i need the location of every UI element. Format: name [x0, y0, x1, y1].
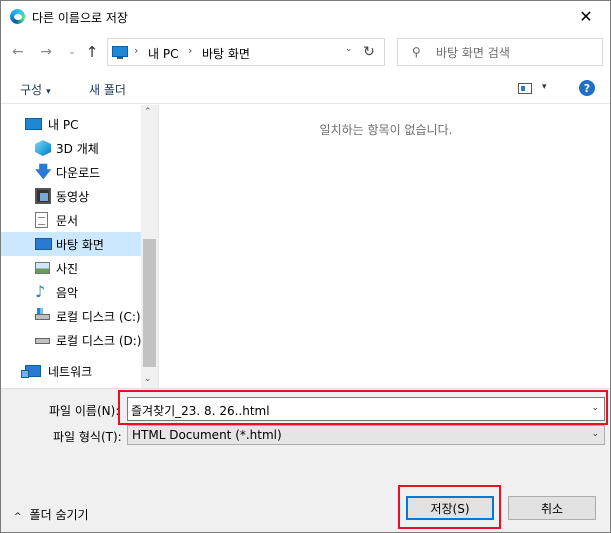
- breadcrumb-item-pc[interactable]: 내 PC: [148, 45, 178, 62]
- breadcrumb-item-desktop[interactable]: 바탕 화면: [202, 45, 250, 62]
- download-icon: 🡇: [35, 162, 52, 181]
- hide-folders-label: 폴더 숨기기: [29, 508, 89, 522]
- filetype-value: HTML Document (*.html): [132, 428, 282, 442]
- navigation-scrollbar[interactable]: ⌃ ⌄: [141, 105, 158, 388]
- video-icon: [35, 188, 51, 204]
- file-list-pane[interactable]: 일치하는 항목이 없습니다.: [162, 105, 610, 388]
- empty-folder-message: 일치하는 항목이 없습니다.: [319, 123, 453, 137]
- filename-highlight-box: [118, 390, 608, 425]
- pc-icon: [25, 118, 42, 130]
- sidebar-item-label: 로컬 디스크 (D:): [56, 334, 142, 348]
- search-box[interactable]: ⚲: [397, 38, 603, 66]
- new-folder-button[interactable]: 새 폴더: [89, 81, 126, 98]
- 3d-objects-icon: [35, 140, 51, 156]
- sidebar-item-label: 3D 개체: [56, 142, 99, 156]
- back-arrow-icon[interactable]: ←: [9, 42, 27, 62]
- navigation-pane: 내 PC 3D 개체 🡇 다운로드 동영상 문서 바탕 화면 사진 ♪ 음악 로…: [1, 105, 158, 388]
- sidebar-item-label: 문서: [56, 214, 79, 228]
- scroll-up-icon[interactable]: ⌃: [144, 107, 152, 117]
- sidebar-item-label: 로컬 디스크 (C:): [56, 310, 141, 324]
- command-toolbar: 구성 ▾ 새 폴더 ▾ ?: [1, 72, 610, 104]
- sidebar-item-videos[interactable]: 동영상: [1, 184, 141, 208]
- view-options-chevron-icon[interactable]: ▾: [542, 82, 547, 92]
- sidebar-item-documents[interactable]: 문서: [1, 208, 141, 232]
- save-as-dialog: 다른 이름으로 저장 ✕ ← → ⌄ ↑ › 내 PC › 바탕 화면 ⌄ ↻ …: [0, 0, 611, 533]
- chevron-up-icon: ^: [14, 512, 22, 522]
- sidebar-item-pictures[interactable]: 사진: [1, 256, 141, 280]
- address-bar[interactable]: › 내 PC › 바탕 화면 ⌄: [107, 38, 385, 66]
- help-button[interactable]: ?: [579, 80, 595, 96]
- save-form-area: 파일 이름(N): ⌄ 파일 형식(T): HTML Document (*.h…: [1, 388, 610, 532]
- address-dropdown-chevron-icon[interactable]: ⌄: [345, 44, 353, 54]
- music-icon: ♪: [35, 282, 46, 301]
- sidebar-item-label: 내 PC: [48, 118, 79, 132]
- organize-label: 구성: [20, 83, 43, 97]
- network-icon: [21, 365, 41, 378]
- sidebar-item-drive-d[interactable]: 로컬 디스크 (D:): [1, 328, 141, 352]
- sidebar-item-desktop[interactable]: 바탕 화면: [1, 232, 141, 256]
- view-options-icon[interactable]: [518, 83, 532, 94]
- hide-folders-button[interactable]: ^ 폴더 숨기기: [14, 506, 89, 523]
- sidebar-item-label: 다운로드: [56, 166, 101, 180]
- window-title: 다른 이름으로 저장: [32, 11, 128, 25]
- save-button[interactable]: 저장(S): [406, 496, 494, 520]
- filename-label: 파일 이름(N):: [49, 404, 120, 418]
- desktop-icon: [35, 238, 52, 250]
- sidebar-item-label: 네트워크: [48, 365, 93, 379]
- organize-menu-button[interactable]: 구성 ▾: [20, 81, 51, 98]
- filetype-label: 파일 형식(T):: [53, 430, 122, 444]
- chevron-down-icon[interactable]: ⌄: [591, 429, 599, 439]
- pictures-icon: [35, 262, 50, 274]
- scroll-down-icon[interactable]: ⌄: [144, 374, 152, 384]
- navigation-bar: ← → ⌄ ↑ › 내 PC › 바탕 화면 ⌄ ↻ ⚲: [1, 32, 610, 72]
- pc-icon: [112, 46, 128, 59]
- sidebar-item-downloads[interactable]: 🡇 다운로드: [1, 160, 141, 184]
- filetype-select[interactable]: HTML Document (*.html) ⌄: [127, 425, 605, 445]
- search-input[interactable]: [436, 44, 596, 62]
- refresh-button[interactable]: ↻: [354, 38, 385, 66]
- breadcrumb-separator-icon: ›: [188, 44, 193, 57]
- edge-browser-icon: [10, 9, 25, 24]
- recent-locations-chevron-icon[interactable]: ⌄: [63, 42, 81, 62]
- pane-splitter[interactable]: [158, 105, 161, 388]
- sidebar-item-label: 바탕 화면: [56, 238, 104, 252]
- up-arrow-icon[interactable]: ↑: [83, 42, 101, 62]
- chevron-down-icon: ▾: [46, 87, 51, 97]
- document-icon: [35, 212, 48, 228]
- sidebar-item-label: 동영상: [56, 190, 90, 204]
- sidebar-item-network[interactable]: 네트워크: [1, 359, 141, 383]
- cancel-button[interactable]: 취소: [508, 496, 596, 520]
- sidebar-item-this-pc[interactable]: 내 PC: [1, 112, 141, 136]
- sidebar-item-3d-objects[interactable]: 3D 개체: [1, 136, 141, 160]
- drive-c-icon: [35, 308, 50, 320]
- close-button[interactable]: ✕: [566, 1, 606, 32]
- sidebar-item-drive-c[interactable]: 로컬 디스크 (C:): [1, 304, 141, 328]
- sidebar-item-label: 음악: [56, 286, 79, 300]
- sidebar-item-music[interactable]: ♪ 음악: [1, 280, 141, 304]
- title-bar: 다른 이름으로 저장 ✕: [1, 1, 610, 32]
- drive-d-icon: [35, 338, 50, 344]
- search-icon: ⚲: [412, 45, 421, 59]
- forward-arrow-icon[interactable]: →: [37, 42, 55, 62]
- scrollbar-thumb[interactable]: [143, 239, 156, 367]
- sidebar-item-label: 사진: [56, 262, 79, 276]
- breadcrumb-separator-icon: ›: [134, 44, 139, 57]
